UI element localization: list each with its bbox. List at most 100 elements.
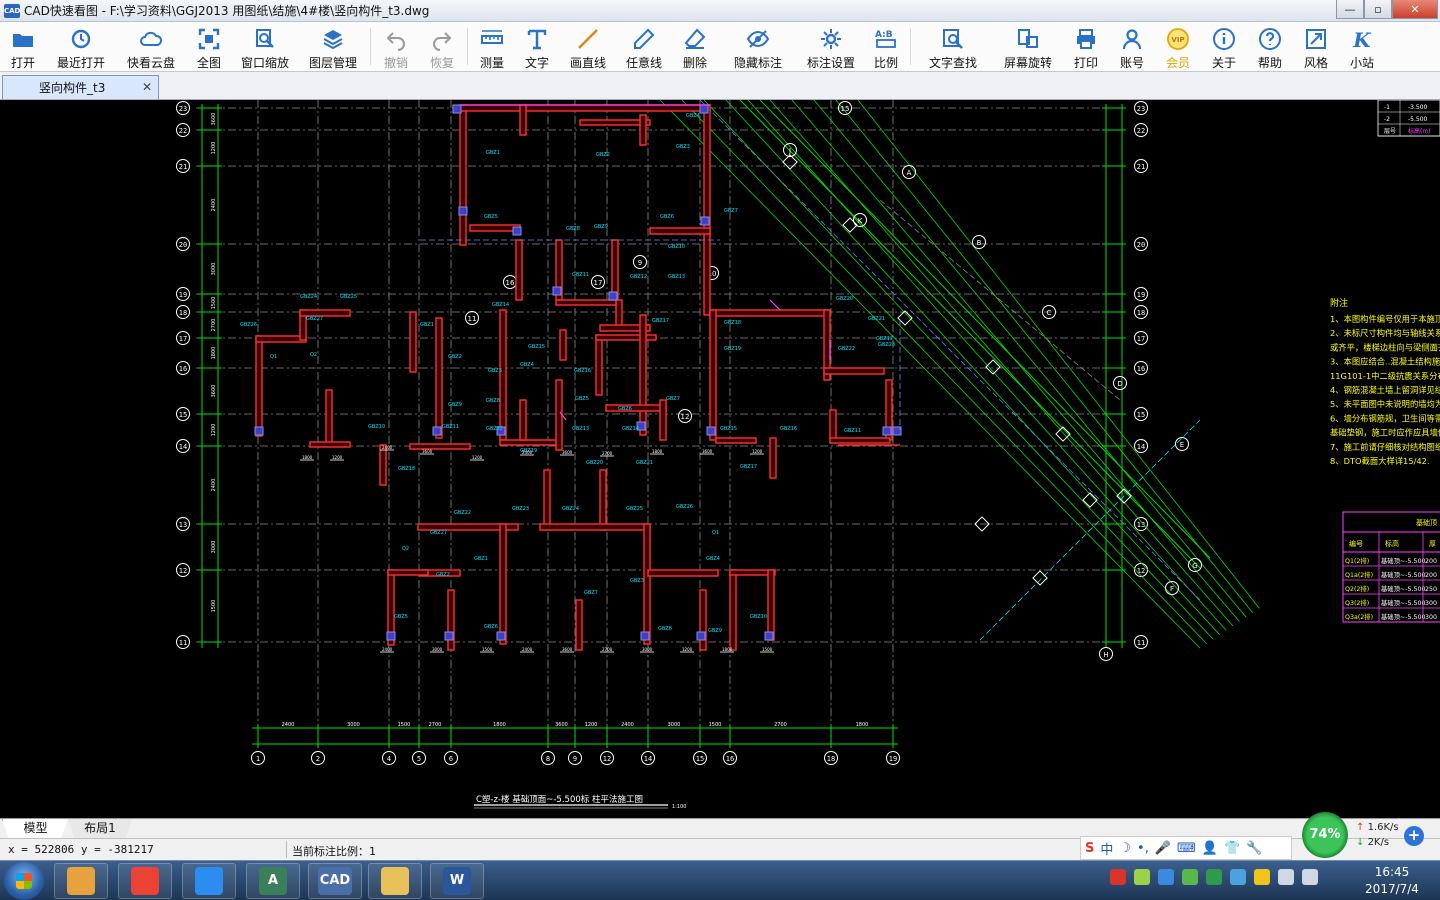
network-speed-widget[interactable]: 74% ↑ 1.6K/s ↓ 2K/s + <box>1298 810 1440 862</box>
diag-axis-label: K <box>858 217 863 225</box>
close-tab-icon[interactable]: ✕ <box>142 80 152 94</box>
toolbar-recent-button[interactable]: 最近打开 <box>46 22 116 71</box>
ime-item-1[interactable]: 中 <box>1100 839 1113 858</box>
toolbar-station-button[interactable]: K 小站 <box>1339 22 1385 71</box>
tray-network-icon[interactable] <box>1278 869 1294 885</box>
toolbar-help-button[interactable]: 帮助 <box>1247 22 1293 71</box>
toolbar-mark-settings-button[interactable]: 标注设置 <box>798 22 864 71</box>
tray-antivirus-icon[interactable] <box>1110 869 1126 885</box>
ime-item-5[interactable]: ⌨ <box>1177 841 1196 856</box>
wall-segment <box>599 469 607 531</box>
dim-text: 1200 <box>211 424 217 437</box>
wall-label: GBZ6 <box>484 624 498 630</box>
toolbar-measure-label: 测量 <box>479 56 504 70</box>
wall-segment <box>709 309 717 441</box>
toolbar-erase-button[interactable]: 删除 <box>672 22 718 71</box>
toolbar-print-button[interactable]: 打印 <box>1063 22 1109 71</box>
ime-item-7[interactable]: 👕 <box>1224 841 1240 856</box>
toolbar-line-button[interactable]: 画直线 <box>560 22 616 71</box>
clock[interactable]: 16:45 2017/7/4 <box>1352 864 1432 898</box>
diag-axis-label: G <box>1192 562 1197 570</box>
taskbar-item-color-app[interactable] <box>54 863 108 899</box>
toolbar-line-label: 画直线 <box>569 56 606 70</box>
document-tab[interactable]: 竖向构件_t3 ✕ <box>2 75 159 99</box>
wall-segment <box>325 389 333 446</box>
toolbar-zoom-window-button[interactable]: 窗口缩放 <box>232 22 298 71</box>
taskbar-item-drawing-app-icon: A <box>259 867 287 895</box>
up-arrow-icon: ↑ <box>1356 822 1368 833</box>
toolbar-freeline-button[interactable]: 任意线 <box>616 22 672 71</box>
tray-360-icon[interactable] <box>1254 869 1270 885</box>
tray-app-icon[interactable] <box>1158 869 1174 885</box>
wall-label: GBZ10 <box>750 614 767 620</box>
maximize-button[interactable]: ▫ <box>1364 0 1392 19</box>
note-line: 8、DTO截面大样详15/42. <box>1330 456 1430 466</box>
tab-layout1[interactable]: 布局1 <box>68 819 132 838</box>
ime-item-8[interactable]: 🔧 <box>1246 841 1262 856</box>
toolbar-cloud-button[interactable]: 快看云盘 <box>116 22 186 71</box>
toolbar-about-button[interactable]: 关于 <box>1201 22 1247 71</box>
toolbar-vip-button[interactable]: VIP 会员 <box>1155 22 1201 71</box>
toolbar-hide-marks-button[interactable]: 隐藏标注 <box>718 22 798 71</box>
toolbar-measure-button[interactable]: 测量 <box>470 22 514 71</box>
toolbar-ratio-button[interactable]: A:B 比例 <box>864 22 908 71</box>
toolbar-mark-settings-label: 标注设置 <box>806 56 855 70</box>
taskbar-item-drawing-app[interactable]: A <box>246 863 300 899</box>
toolbar-separator <box>467 28 468 65</box>
toolbar-layers-button[interactable]: 图层管理 <box>298 22 368 71</box>
taskbar-item-network[interactable] <box>182 863 236 899</box>
tray-check-icon[interactable] <box>1182 869 1198 885</box>
dim-text: 2400 <box>282 722 295 728</box>
wall-segment <box>499 523 507 645</box>
ime-item-4[interactable]: 🎤 <box>1155 841 1171 856</box>
toolbar-open-button[interactable]: 打开 <box>0 22 46 71</box>
toolbar-account-button[interactable]: 账号 <box>1109 22 1155 71</box>
axis-label-bottom: 4 <box>387 755 391 763</box>
dim-text-small: 2400 <box>382 647 393 652</box>
note-line: 基础垫钢，施工时应作应具墙体洞表 <box>1330 428 1440 438</box>
start-button[interactable] <box>4 862 44 900</box>
sogou-logo-icon[interactable]: S <box>1085 841 1094 856</box>
axis-label-bottom: 9 <box>573 755 577 763</box>
dim-text: 1800 <box>211 347 217 360</box>
wall-label: GBZ12 <box>630 274 647 280</box>
tray-volume-icon[interactable] <box>1302 869 1318 885</box>
tab-model[interactable]: 模型 <box>2 819 68 838</box>
taskbar-item-cad[interactable]: CAD <box>308 863 362 899</box>
svg-text:A:B: A:B <box>875 30 893 40</box>
wall-segment <box>447 589 455 651</box>
ime-item-6[interactable]: 👤 <box>1202 841 1218 856</box>
cad-drawing[interactable]: 23 2322 2221 2120 2019 1918 1817 1716 1615 1514 14… <box>0 100 1440 818</box>
minimize-button[interactable]: — <box>1336 0 1364 19</box>
taskbar-item-explorer[interactable] <box>368 863 422 899</box>
drawing-canvas[interactable]: 23 23 22 22 21 21 20 20 19 19 18 18 17 17 16 16 15 15 14 14… <box>0 100 1440 818</box>
toolbar-fullview-button[interactable]: 全图 <box>186 22 232 71</box>
toolbar-find-text-button[interactable]: 文字查找 <box>913 22 993 71</box>
taskbar-item-browser[interactable] <box>118 863 172 899</box>
tray-battery-icon[interactable] <box>1134 869 1150 885</box>
taskbar-item-word[interactable]: W <box>430 863 484 899</box>
wall-column <box>254 426 264 436</box>
axis-label-right: 19 <box>1137 291 1145 299</box>
wall-table-cell: Q3(2排) <box>1345 598 1369 607</box>
history-icon <box>69 27 93 51</box>
ime-item-2[interactable]: ☽ <box>1119 841 1131 856</box>
toolbar-redo-button[interactable]: 恢复 <box>419 22 465 71</box>
wall-column <box>882 426 892 436</box>
wall-segment <box>559 329 567 361</box>
toolbar-undo-button[interactable]: 撤销 <box>373 22 419 71</box>
wall-column <box>458 206 468 216</box>
tray-shield-icon[interactable] <box>1206 869 1222 885</box>
note-line: 2、未标尺寸构件均与轴线关系参照 <box>1330 328 1440 338</box>
toolbar-style-button[interactable]: 风格 <box>1293 22 1339 71</box>
wall-label: GBZ21 <box>868 316 885 322</box>
ime-item-3[interactable]: •, <box>1137 841 1149 856</box>
toolbar-rotate-button[interactable]: 屏幕旋转 <box>993 22 1063 71</box>
dim-text: 1200 <box>211 142 217 155</box>
diag-axis-label: H <box>1103 651 1108 659</box>
add-button[interactable]: + <box>1404 826 1424 846</box>
tray-cloud-icon[interactable] <box>1230 869 1246 885</box>
toolbar-text-button[interactable]: 文字 <box>514 22 560 71</box>
close-button[interactable]: ✕ <box>1392 0 1438 19</box>
dim-text: 1200 <box>585 722 598 728</box>
